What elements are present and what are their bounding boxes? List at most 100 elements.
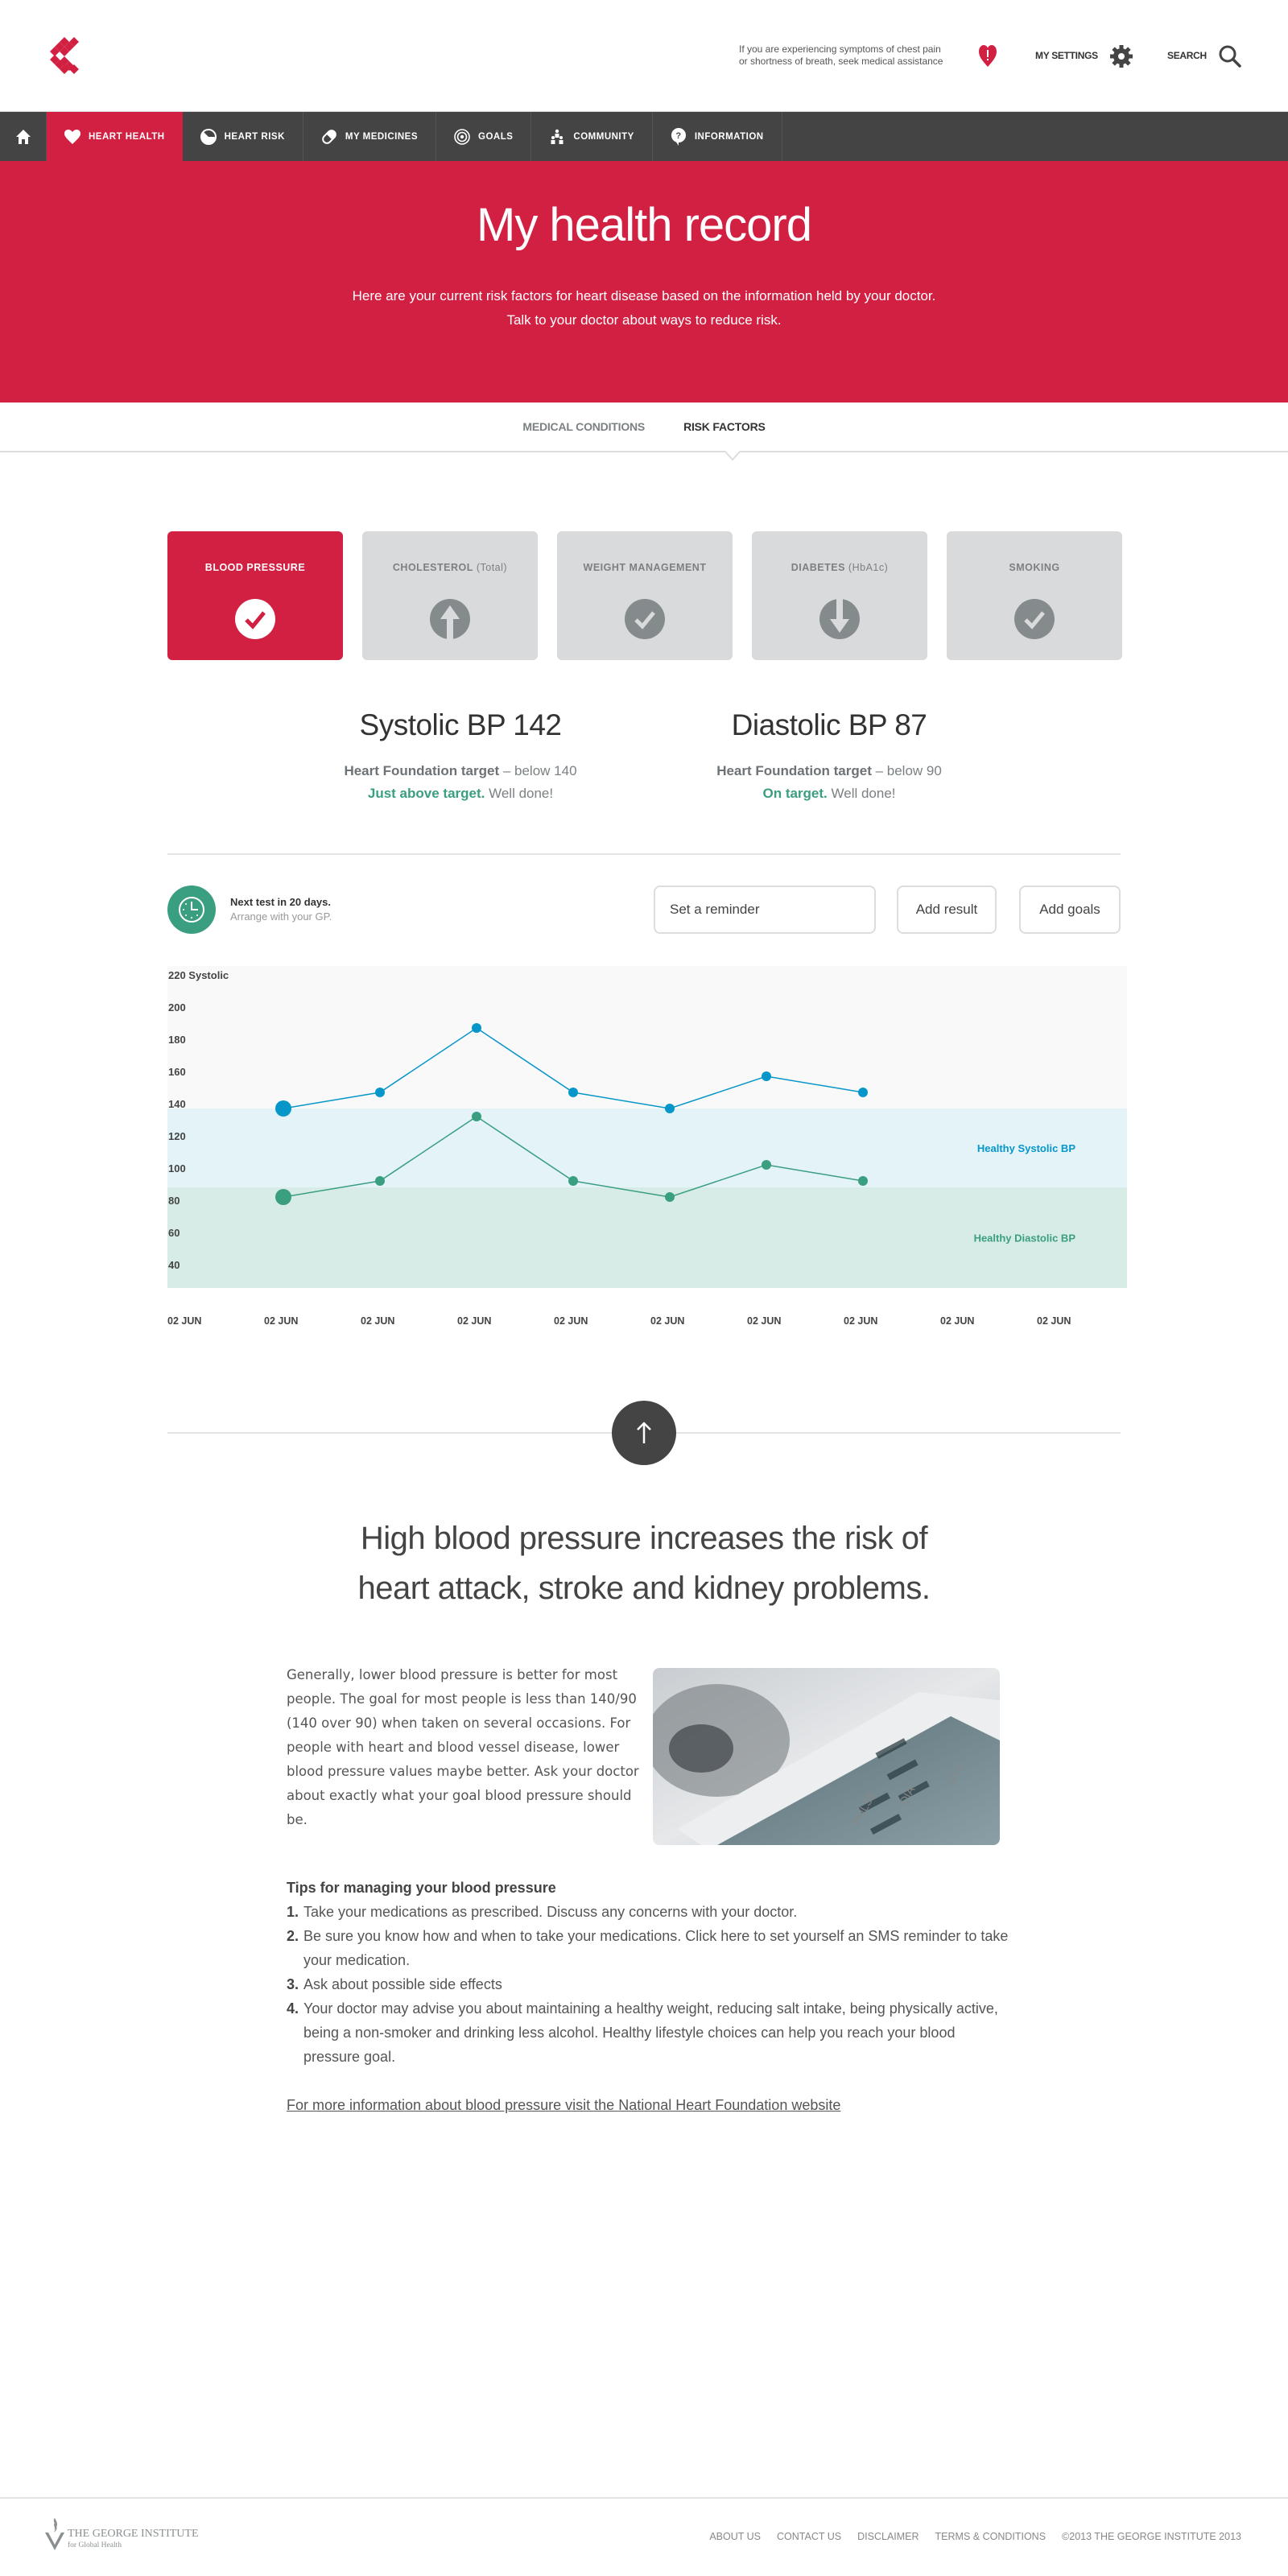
- x-tick-label: 02 JUN: [554, 1315, 588, 1327]
- y-tick-label: 60: [168, 1227, 180, 1239]
- add-goals-button[interactable]: Add goals: [1019, 886, 1121, 934]
- footer-link-disclaimer[interactable]: DISCLAIMER: [857, 2531, 919, 2542]
- back-to-top-button[interactable]: [612, 1401, 676, 1465]
- nav-goals[interactable]: GOALS: [436, 112, 532, 161]
- card-title: SMOKING: [947, 562, 1122, 573]
- y-tick-label: 180: [168, 1034, 186, 1046]
- tab-risk-factors[interactable]: RISK FACTORS: [683, 420, 766, 433]
- y-tick-label: 220 Systolic: [168, 969, 229, 981]
- systolic-point: [275, 1100, 291, 1117]
- add-result-button[interactable]: Add result: [897, 886, 997, 934]
- nav-label: HEART RISK: [224, 131, 285, 142]
- x-tick-label: 02 JUN: [457, 1315, 491, 1327]
- systolic-point: [665, 1104, 675, 1113]
- systolic-point: [472, 1023, 481, 1033]
- diastolic-point: [762, 1160, 771, 1170]
- tab-medical-conditions[interactable]: MEDICAL CONDITIONS: [522, 420, 645, 433]
- gear-icon[interactable]: [1109, 44, 1133, 68]
- tip-number: 3.: [287, 1976, 299, 1992]
- card-blood-pressure[interactable]: BLOOD PRESSURE: [167, 531, 343, 660]
- card-title-text: DIABETES: [791, 562, 845, 573]
- target-value: – below 140: [499, 763, 577, 778]
- diastolic-point: [472, 1112, 481, 1121]
- nav-information[interactable]: ? INFORMATION: [653, 112, 782, 161]
- next-test-title: Next test in 20 days.: [230, 896, 331, 908]
- headline-line-1: High blood pressure increases the risk o…: [360, 1521, 928, 1556]
- card-title-text: SMOKING: [1009, 562, 1060, 573]
- card-title-text: WEIGHT MANAGEMENT: [583, 562, 707, 573]
- search-icon[interactable]: [1217, 43, 1243, 69]
- info-intro: Generally, lower blood pressure is bette…: [287, 1667, 639, 1827]
- search-link[interactable]: SEARCH: [1167, 50, 1207, 61]
- card-title-suffix: (Total): [476, 562, 508, 573]
- footer-org-name: THE GEORGE INSTITUTE for Global Health: [68, 2528, 199, 2552]
- alert-line-2: or shortness of breath, seek medical ass…: [739, 56, 943, 67]
- tip-text: Be sure you know how and when to take yo…: [303, 1928, 1009, 1968]
- my-settings-link[interactable]: MY SETTINGS: [1035, 50, 1098, 61]
- top-header: If you are experiencing symptoms of ches…: [0, 0, 1288, 112]
- systolic-reading: Systolic BP 142 Heart Foundation target …: [299, 708, 621, 802]
- systolic-point: [568, 1088, 578, 1097]
- next-test-subtitle: Arrange with your GP.: [230, 910, 332, 923]
- x-tick-label: 02 JUN: [844, 1315, 877, 1327]
- y-tick-label: 40: [168, 1259, 180, 1271]
- nav-my-medicines[interactable]: MY MEDICINES: [303, 112, 437, 161]
- heart-icon: [64, 129, 80, 144]
- blood-pressure-chart: Healthy Systolic BP Healthy Diastolic BP 2…: [167, 966, 1127, 1327]
- copyright: ©2013 THE GEORGE INSTITUTE 2013: [1062, 2531, 1241, 2542]
- nav-community[interactable]: COMMUNITY: [531, 112, 653, 161]
- heart-foundation-link[interactable]: For more information about blood pressur…: [287, 2093, 840, 2117]
- footer-link-contact-us[interactable]: CONTACT US: [777, 2531, 841, 2542]
- card-weight-management[interactable]: WEIGHT MANAGEMENT: [557, 531, 733, 660]
- target-value: – below 90: [871, 763, 942, 778]
- card-title: BLOOD PRESSURE: [167, 562, 343, 573]
- arrow-up-circle-icon: [430, 599, 470, 639]
- tip-item: 1. Take your medications as prescribed. D…: [287, 1900, 1011, 1924]
- systolic-point: [762, 1071, 771, 1081]
- main-nav: HEART HEALTH HEART RISK MY MEDICINES GOA…: [0, 112, 1288, 161]
- heart-alert-icon[interactable]: [979, 45, 997, 68]
- footer: THE GEORGE INSTITUTE for Global Health A…: [0, 2497, 1288, 2576]
- systolic-point: [375, 1088, 385, 1097]
- record-tabs: MEDICAL CONDITIONS RISK FACTORS: [0, 402, 1288, 460]
- nav-label: GOALS: [478, 131, 514, 142]
- systolic-status: Just above target. Well done!: [299, 786, 621, 802]
- diastolic-status: On target. Well done!: [668, 786, 990, 802]
- info-headline: High blood pressure increases the risk o…: [0, 1513, 1288, 1613]
- status-message: Well done!: [485, 786, 554, 801]
- diastolic-point: [375, 1176, 385, 1186]
- card-cholesterol[interactable]: CHOLESTEROL (Total): [362, 531, 538, 660]
- card-title: CHOLESTEROL (Total): [362, 562, 538, 573]
- card-smoking[interactable]: SMOKING: [947, 531, 1122, 660]
- headline-line-2: heart attack, stroke and kidney problems…: [357, 1571, 931, 1606]
- diastolic-target: Heart Foundation target – below 90: [668, 763, 990, 779]
- org-name: THE GEORGE INSTITUTE: [68, 2528, 199, 2540]
- nav-heart-risk[interactable]: HEART RISK: [183, 112, 303, 161]
- hero-line-2: Talk to your doctor about ways to reduce…: [506, 312, 782, 328]
- tip-item[interactable]: 2. Be sure you know how and when to take …: [287, 1924, 1011, 1972]
- footer-link-about-us[interactable]: ABOUT US: [709, 2531, 761, 2542]
- x-tick-label: 02 JUN: [650, 1315, 684, 1327]
- next-test-info: Next test in 20 days. Arrange with your …: [167, 886, 332, 934]
- tip-text: Your doctor may advise you about maintai…: [303, 2000, 998, 2065]
- card-title: WEIGHT MANAGEMENT: [557, 562, 733, 573]
- tip-text: Take your medications as prescribed. Dis…: [303, 1904, 798, 1920]
- check-circle-icon: [625, 599, 665, 639]
- tip-number: 2.: [287, 1928, 299, 1944]
- diastolic-point: [858, 1176, 868, 1186]
- george-institute-logo[interactable]: THE GEORGE INSTITUTE for Global Health: [45, 2518, 199, 2552]
- diastolic-point: [568, 1176, 578, 1186]
- check-circle-icon: [1014, 599, 1055, 639]
- nav-home[interactable]: [0, 112, 47, 161]
- y-tick-label: 140: [168, 1098, 186, 1110]
- tips-list: 1. Take your medications as prescribed. D…: [287, 1900, 1011, 2069]
- footer-link-terms[interactable]: TERMS & CONDITIONS: [935, 2531, 1046, 2542]
- y-tick-label: 100: [168, 1162, 186, 1174]
- set-reminder-input[interactable]: Set a reminder: [654, 886, 876, 934]
- systolic-target: Heart Foundation target – below 140: [299, 763, 621, 779]
- logo-icon[interactable]: [47, 35, 82, 76]
- healthy-diastolic-label: Healthy Diastolic BP: [974, 1232, 1076, 1245]
- card-diabetes[interactable]: DIABETES (HbA1c): [752, 531, 927, 660]
- nav-heart-health[interactable]: HEART HEALTH: [47, 112, 183, 161]
- card-title-text: CHOLESTEROL: [392, 562, 473, 573]
